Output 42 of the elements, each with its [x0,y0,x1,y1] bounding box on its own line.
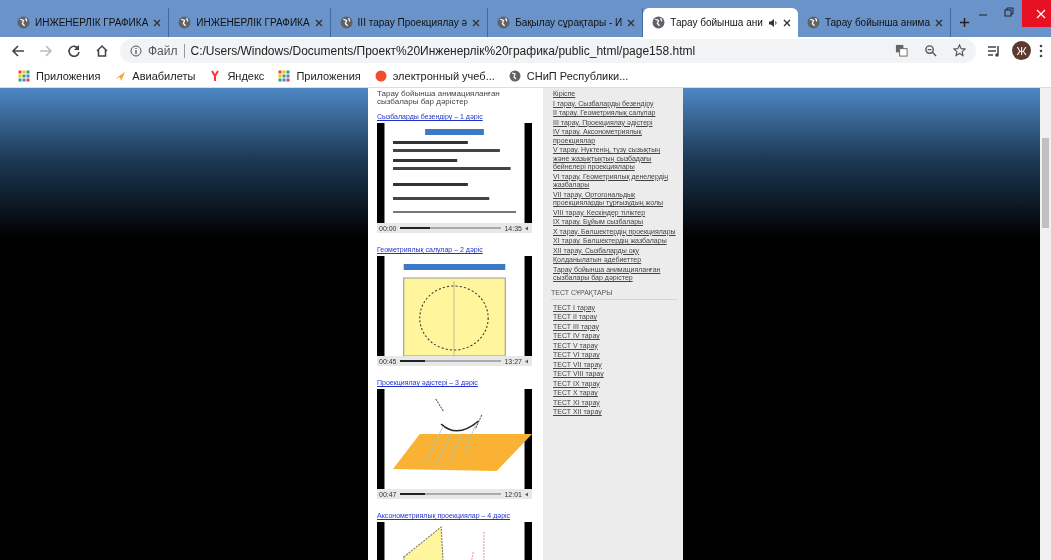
speaker-icon[interactable] [767,17,778,28]
restore-icon[interactable] [1003,7,1014,17]
bookmark-item[interactable]: Авиабилеты [114,69,196,82]
close-icon[interactable] [782,18,791,27]
globe-icon [17,16,30,29]
browser-tab[interactable]: Тарау бойынша ани [643,8,798,37]
menu-icon[interactable] [1039,43,1043,58]
apps-grid-icon [278,69,291,82]
globe-icon [508,69,521,82]
y-logo-icon [209,69,222,82]
scrollbar[interactable] [1040,88,1051,560]
new-tab-icon[interactable] [958,17,970,28]
bookmark-item[interactable]: Яндекс [209,69,265,82]
back-icon[interactable] [11,43,25,58]
bookmark-item[interactable]: Приложения [278,69,361,82]
zoom-icon[interactable] [924,44,937,57]
star-icon[interactable] [953,44,966,57]
volume-icon[interactable] [525,491,530,497]
globe-icon [178,16,192,29]
volume-icon[interactable] [525,225,530,231]
globe-icon [806,16,820,29]
apps-grid-icon [18,69,30,82]
url-text: C:/Users/Windows/Documents/Проект%20Инженерлік%20графика/public_html/page158.html [190,43,696,58]
globe-icon [339,16,353,29]
address-bar[interactable]: Файл C:/Users/Windows/Documents/Проект%20Инженерлік%20графика/public_html/page158.html [120,38,976,63]
media-icon[interactable] [987,43,1001,58]
bookmark-item[interactable]: электронный учеб... [374,69,495,82]
close-icon [1035,8,1046,19]
volume-icon[interactable] [525,358,530,364]
globe-icon [497,16,511,29]
airplane-icon [114,69,127,82]
scheme-label: Файл [148,43,178,58]
page-heading: Тарау бойынша анимацияланған сызбалары бар дәрістер [377,90,501,106]
bookmark-item[interactable]: СНиП Республики... [508,69,629,82]
globe-icon [652,16,666,29]
info-icon[interactable] [130,44,142,57]
reload-icon[interactable] [67,43,81,58]
translate-icon[interactable] [895,44,908,57]
home-icon[interactable] [95,43,109,58]
bookmark-item[interactable]: Приложения [18,69,101,82]
circle-icon [374,69,387,82]
profile-avatar[interactable]: Ж [1012,41,1031,60]
